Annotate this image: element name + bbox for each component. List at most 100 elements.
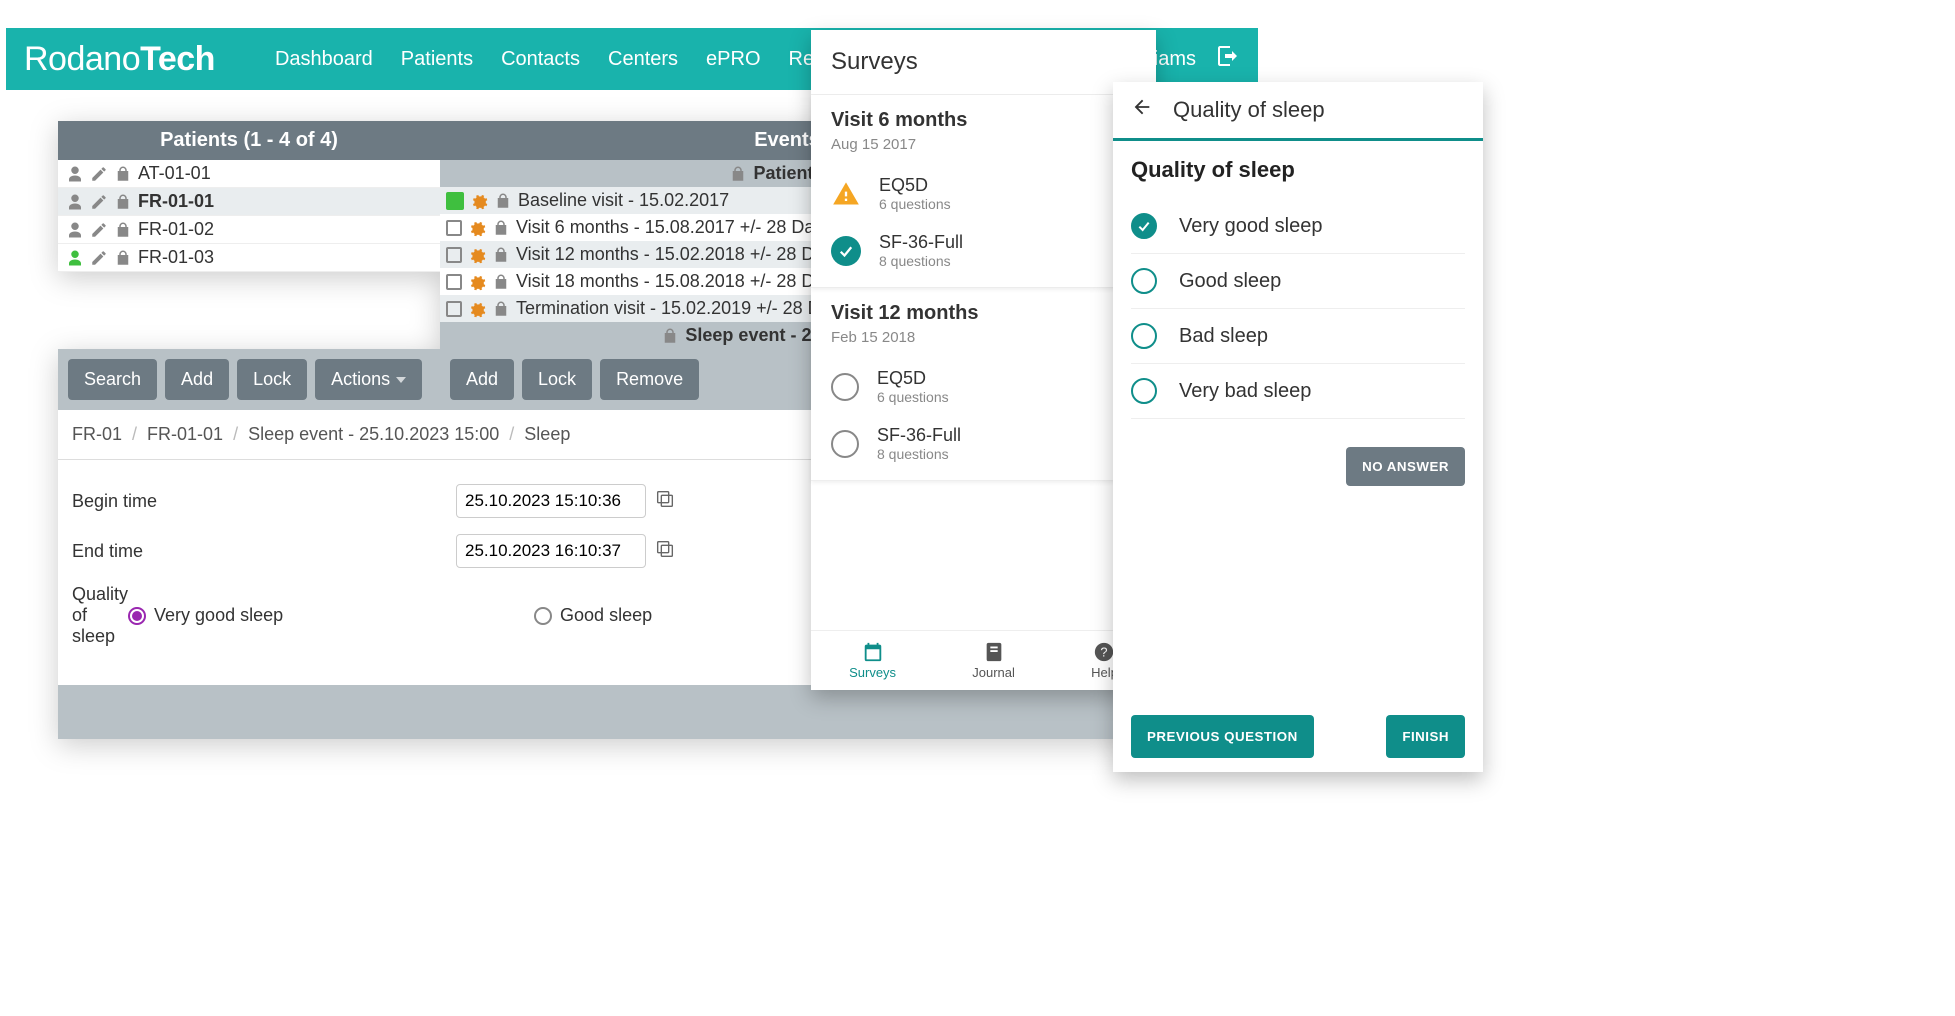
survey-item[interactable]: SF-36-Full8 questions — [831, 415, 1136, 472]
survey-visit-block: Visit 6 monthsAug 15 2017EQ5D6 questions… — [811, 95, 1156, 288]
survey-questions: 8 questions — [877, 446, 961, 462]
nav-contacts[interactable]: Contacts — [501, 48, 580, 71]
answer-label: Very bad sleep — [1179, 380, 1311, 403]
person-icon — [66, 221, 84, 239]
form-footer — [58, 685, 1164, 739]
event-label: Baseline visit - 15.02.2017 — [518, 190, 729, 211]
answer-option[interactable]: Very bad sleep — [1131, 364, 1465, 419]
patient-id: FR-01-01 — [138, 191, 214, 212]
gear-icon[interactable] — [468, 300, 486, 318]
nav-centers[interactable]: Centers — [608, 48, 678, 71]
breadcrumb-item[interactable]: FR-01-01 — [147, 424, 223, 445]
radio-icon — [1131, 323, 1157, 349]
survey-questions: 6 questions — [877, 389, 949, 405]
warning-icon — [831, 179, 861, 209]
mobile-question-title: Quality of sleep — [1173, 97, 1325, 123]
patient-row[interactable]: FR-01-02 — [58, 216, 440, 244]
end-time-input[interactable] — [456, 534, 646, 568]
brand-logo: RodanoTech — [24, 40, 215, 79]
nav-dashboard[interactable]: Dashboard — [275, 48, 373, 71]
qos-option[interactable]: Very good sleep — [128, 605, 512, 626]
copy-icon[interactable] — [646, 488, 676, 515]
lock-icon[interactable] — [492, 273, 510, 291]
event-label: Visit 6 months - 15.08.2017 +/- 28 Days — [516, 217, 832, 238]
lock-icon[interactable] — [114, 221, 132, 239]
lock-icon[interactable] — [492, 219, 510, 237]
svg-text:?: ? — [1101, 645, 1108, 660]
search-button[interactable]: Search — [68, 359, 157, 400]
survey-item[interactable]: EQ5D6 questions — [831, 165, 1136, 222]
gear-icon[interactable] — [468, 246, 486, 264]
answer-label: Very good sleep — [1179, 215, 1322, 238]
lock-icon[interactable] — [492, 246, 510, 264]
mobile-bottom-nav: Surveys Journal ?Help — [811, 630, 1156, 690]
lock-icon[interactable] — [114, 165, 132, 183]
actions-button[interactable]: Actions — [315, 359, 422, 400]
lock-icon[interactable] — [114, 193, 132, 211]
no-answer-button[interactable]: NO ANSWER — [1346, 447, 1465, 486]
add-button[interactable]: Add — [165, 359, 229, 400]
breadcrumb-item[interactable]: FR-01 — [72, 424, 122, 445]
gear-icon[interactable] — [468, 273, 486, 291]
survey-name: SF-36-Full — [879, 232, 963, 253]
survey-item[interactable]: EQ5D6 questions — [831, 358, 1136, 415]
answer-label: Bad sleep — [1179, 325, 1268, 348]
gear-icon[interactable] — [470, 192, 488, 210]
begin-time-input[interactable] — [456, 484, 646, 518]
checkbox-icon[interactable] — [446, 247, 462, 263]
visit-date: Aug 15 2017 — [831, 136, 1136, 153]
radio-icon — [534, 607, 552, 625]
mobile-question-card: Quality of sleep Quality of sleep Very g… — [1113, 82, 1483, 772]
circle-icon — [831, 430, 859, 458]
patient-row[interactable]: AT-01-01 — [58, 160, 440, 188]
patient-row[interactable]: FR-01-03 — [58, 244, 440, 272]
lock-icon[interactable] — [492, 300, 510, 318]
survey-name: EQ5D — [879, 175, 951, 196]
breadcrumb-item[interactable]: Sleep event - 25.10.2023 15:00 — [248, 424, 499, 445]
end-time-label: End time — [72, 541, 456, 562]
logout-icon[interactable] — [1216, 44, 1240, 74]
nav-epro[interactable]: ePRO — [706, 48, 760, 71]
remove-event-button[interactable]: Remove — [600, 359, 699, 400]
survey-visit-block: Visit 12 monthsFeb 15 2018EQ5D6 question… — [811, 288, 1156, 481]
check-icon — [831, 236, 861, 266]
checkbox-icon[interactable] — [446, 274, 462, 290]
radio-icon — [1131, 378, 1157, 404]
lock-icon[interactable] — [494, 192, 512, 210]
lock-event-button[interactable]: Lock — [522, 359, 592, 400]
lock-icon[interactable] — [114, 249, 132, 267]
status-done-icon — [446, 192, 464, 210]
nav-journal[interactable]: Journal — [972, 641, 1015, 680]
patient-row[interactable]: FR-01-01 — [58, 188, 440, 216]
back-icon[interactable] — [1131, 96, 1153, 124]
answer-option[interactable]: Good sleep — [1131, 254, 1465, 309]
qos-label: Quality of sleep — [72, 584, 128, 647]
answer-option[interactable]: Very good sleep — [1131, 199, 1465, 254]
circle-icon — [831, 373, 859, 401]
pencil-icon[interactable] — [90, 221, 108, 239]
add-event-button[interactable]: Add — [450, 359, 514, 400]
person-icon — [66, 193, 84, 211]
patient-id: AT-01-01 — [138, 163, 211, 184]
event-label: Visit 18 months - 15.08.2018 +/- 28 Days — [516, 271, 842, 292]
answer-label: Good sleep — [1179, 270, 1281, 293]
visit-title: Visit 12 months — [831, 302, 1136, 325]
nav-surveys[interactable]: Surveys — [849, 641, 896, 680]
mobile-surveys-title: Surveys — [811, 30, 1156, 95]
gear-icon[interactable] — [468, 219, 486, 237]
finish-button[interactable]: FINISH — [1386, 715, 1465, 758]
answer-option[interactable]: Bad sleep — [1131, 309, 1465, 364]
checkbox-icon[interactable] — [446, 220, 462, 236]
person-icon — [66, 249, 84, 267]
copy-icon[interactable] — [646, 538, 676, 565]
nav-patients[interactable]: Patients — [401, 48, 473, 71]
pencil-icon[interactable] — [90, 193, 108, 211]
previous-question-button[interactable]: PREVIOUS QUESTION — [1131, 715, 1314, 758]
lock-button[interactable]: Lock — [237, 359, 307, 400]
breadcrumb-item[interactable]: Sleep — [524, 424, 570, 445]
pencil-icon[interactable] — [90, 165, 108, 183]
survey-item[interactable]: SF-36-Full8 questions — [831, 222, 1136, 279]
event-label: Termination visit - 15.02.2019 +/- 28 Da… — [516, 298, 849, 319]
checkbox-icon[interactable] — [446, 301, 462, 317]
pencil-icon[interactable] — [90, 249, 108, 267]
